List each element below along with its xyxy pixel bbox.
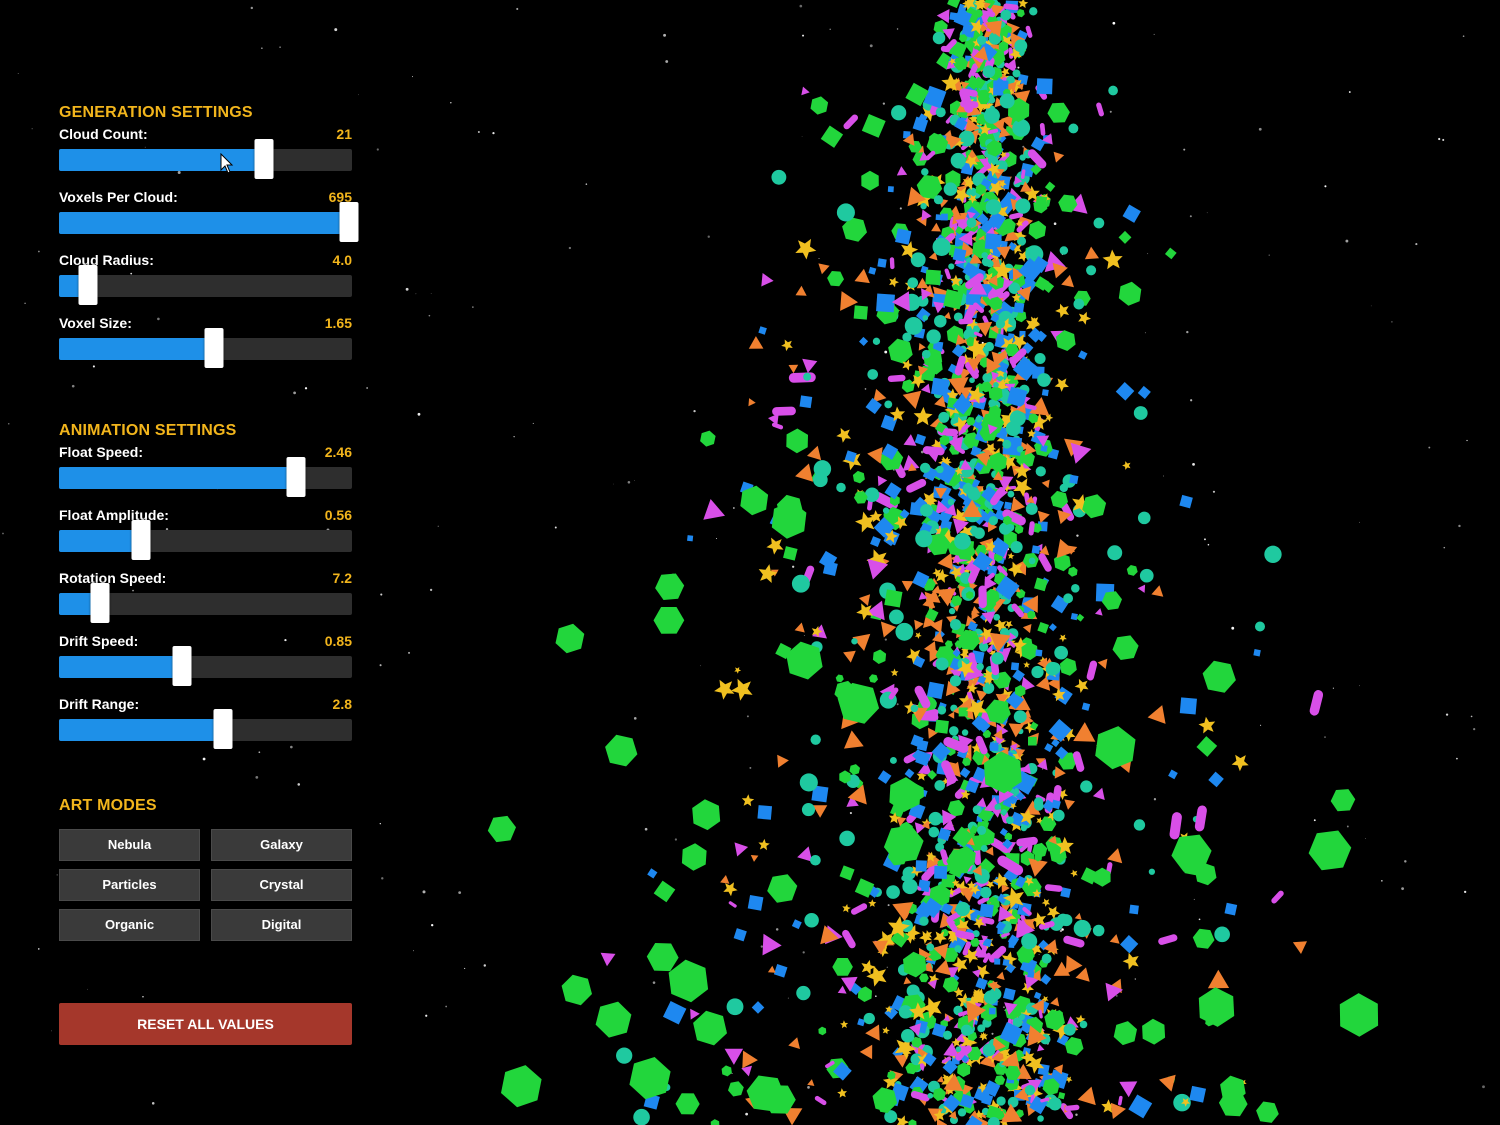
generation-sliders: Cloud Count: 21 Voxels Per Cloud: 695 Cloud … [59,126,359,378]
slider-thumb[interactable] [204,328,224,368]
mode-button-galaxy[interactable]: Galaxy [211,829,352,861]
slider-fill [59,656,183,678]
slider-label: Rotation Speed: [59,570,167,586]
slider-cloud-radius: Cloud Radius: 4.0 [59,252,352,315]
slider-fill [59,212,350,234]
slider-thumb[interactable] [131,520,151,560]
slider-drift-speed: Drift Speed: 0.85 [59,633,352,696]
slider-label: Cloud Count: [59,126,148,142]
slider-label: Drift Range: [59,696,140,712]
slider-track[interactable] [59,457,352,497]
slider-thumb[interactable] [78,265,98,305]
mode-button-organic[interactable]: Organic [59,909,200,941]
slider-thumb[interactable] [286,457,306,497]
slider-label: Drift Speed: [59,633,139,649]
slider-value: 2.46 [324,444,352,460]
slider-float-amplitude: Float Amplitude: 0.56 [59,507,352,570]
slider-label: Float Amplitude: [59,507,169,523]
slider-voxels-per-cloud: Voxels Per Cloud: 695 [59,189,359,252]
slider-thumb[interactable] [339,202,359,242]
slider-fill [59,338,215,360]
slider-value: 7.2 [332,570,352,586]
art-modes-title: ART MODES [59,797,157,814]
slider-value: 0.56 [324,507,352,523]
slider-track[interactable] [59,328,352,368]
control-panel: GENERATION SETTINGS Cloud Count: 21 Voxels… [59,100,359,1045]
slider-label: Voxels Per Cloud: [59,189,178,205]
animation-settings-title: ANIMATION SETTINGS [59,422,237,439]
slider-cloud-count: Cloud Count: 21 [59,126,352,189]
slider-track[interactable] [59,202,359,242]
slider-label: Voxel Size: [59,315,132,331]
reset-all-button[interactable]: RESET ALL VALUES [59,1003,352,1045]
slider-value: 21 [336,126,352,142]
slider-track[interactable] [59,139,352,179]
slider-track[interactable] [59,646,352,686]
mode-button-digital[interactable]: Digital [211,909,352,941]
slider-fill [59,530,142,552]
slider-label: Cloud Radius: [59,252,154,268]
art-modes-grid: Nebula Galaxy Particles Crystal Organic … [59,829,352,941]
slider-rotation-speed: Rotation Speed: 7.2 [59,570,352,633]
slider-fill [59,719,224,741]
slider-track[interactable] [59,520,352,560]
slider-voxel-size: Voxel Size: 1.65 [59,315,352,378]
slider-label: Float Speed: [59,444,144,460]
slider-thumb[interactable] [254,139,274,179]
mode-button-crystal[interactable]: Crystal [211,869,352,901]
slider-thumb[interactable] [172,646,192,686]
slider-track[interactable] [59,583,352,623]
slider-fill [59,467,297,489]
slider-value: 0.85 [324,633,352,649]
slider-float-speed: Float Speed: 2.46 [59,444,352,507]
slider-thumb[interactable] [213,709,233,749]
animation-sliders: Float Speed: 2.46 Float Amplitude: 0.56 Rota… [59,444,352,759]
mode-button-nebula[interactable]: Nebula [59,829,200,861]
mode-button-particles[interactable]: Particles [59,869,200,901]
slider-thumb[interactable] [90,583,110,623]
generation-settings-title: GENERATION SETTINGS [59,104,253,121]
slider-track[interactable] [59,265,352,305]
slider-drift-range: Drift Range: 2.8 [59,696,352,759]
slider-track[interactable] [59,709,352,749]
slider-value: 2.8 [332,696,352,712]
mouse-pointer-icon [220,153,234,174]
slider-value: 4.0 [332,252,352,268]
slider-value: 1.65 [324,315,352,331]
